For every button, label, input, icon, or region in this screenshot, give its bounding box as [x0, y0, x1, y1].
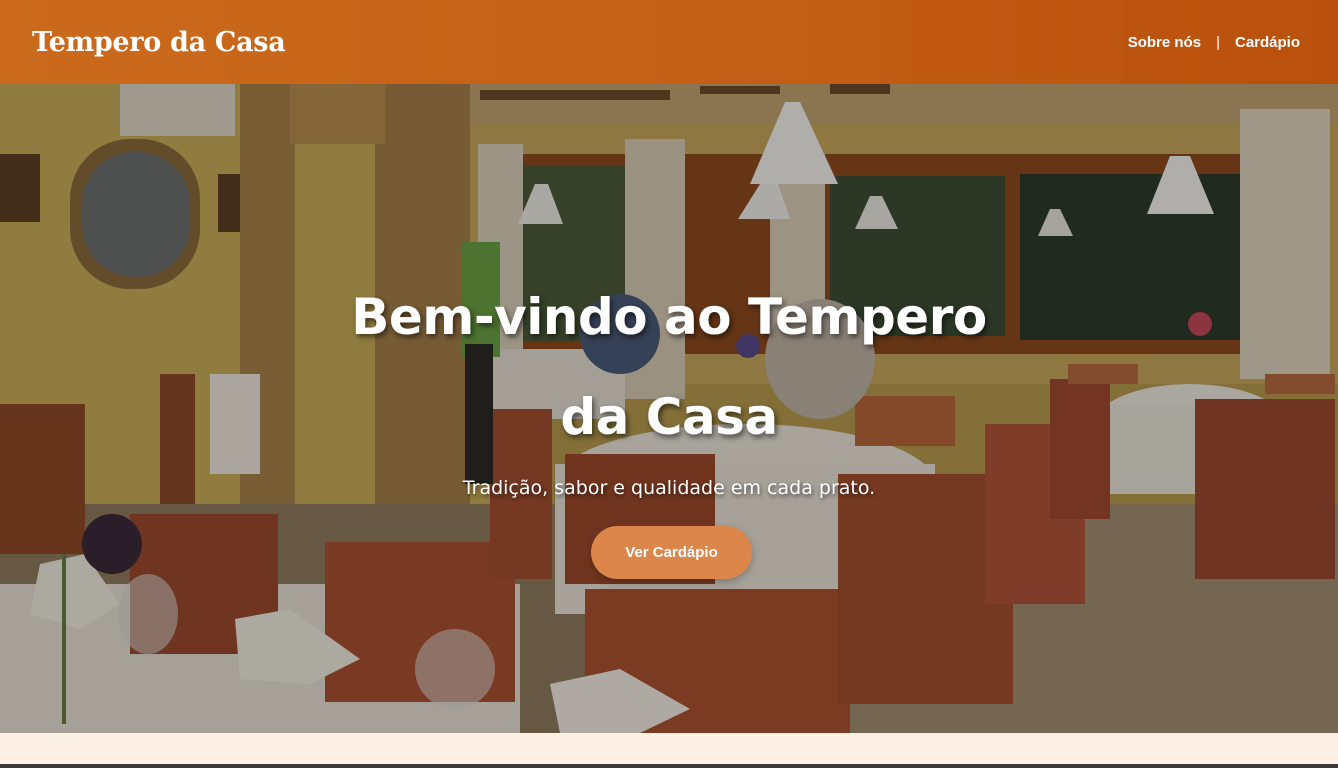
main-nav: Sobre nós | Cardápio [1128, 34, 1300, 51]
hero-section: Bem-vindo ao Tempero da Casa Tradição, s… [0, 84, 1338, 733]
nav-link-menu[interactable]: Cardápio [1235, 34, 1300, 51]
nav-separator: | [1216, 33, 1220, 51]
hero-subtitle: Tradição, sabor e qualidade em cada prat… [462, 477, 876, 499]
hero-title: Bem-vindo ao Tempero da Casa [351, 288, 987, 446]
next-section-strip [0, 733, 1338, 764]
nav-link-about[interactable]: Sobre nós [1128, 34, 1201, 51]
hero-content: Bem-vindo ao Tempero da Casa Tradição, s… [0, 84, 1338, 733]
site-logo[interactable]: Tempero da Casa [32, 27, 286, 58]
bottom-border [0, 764, 1338, 768]
site-header: Tempero da Casa Sobre nós | Cardápio [0, 0, 1338, 84]
view-menu-button[interactable]: Ver Cardápio [591, 526, 752, 579]
